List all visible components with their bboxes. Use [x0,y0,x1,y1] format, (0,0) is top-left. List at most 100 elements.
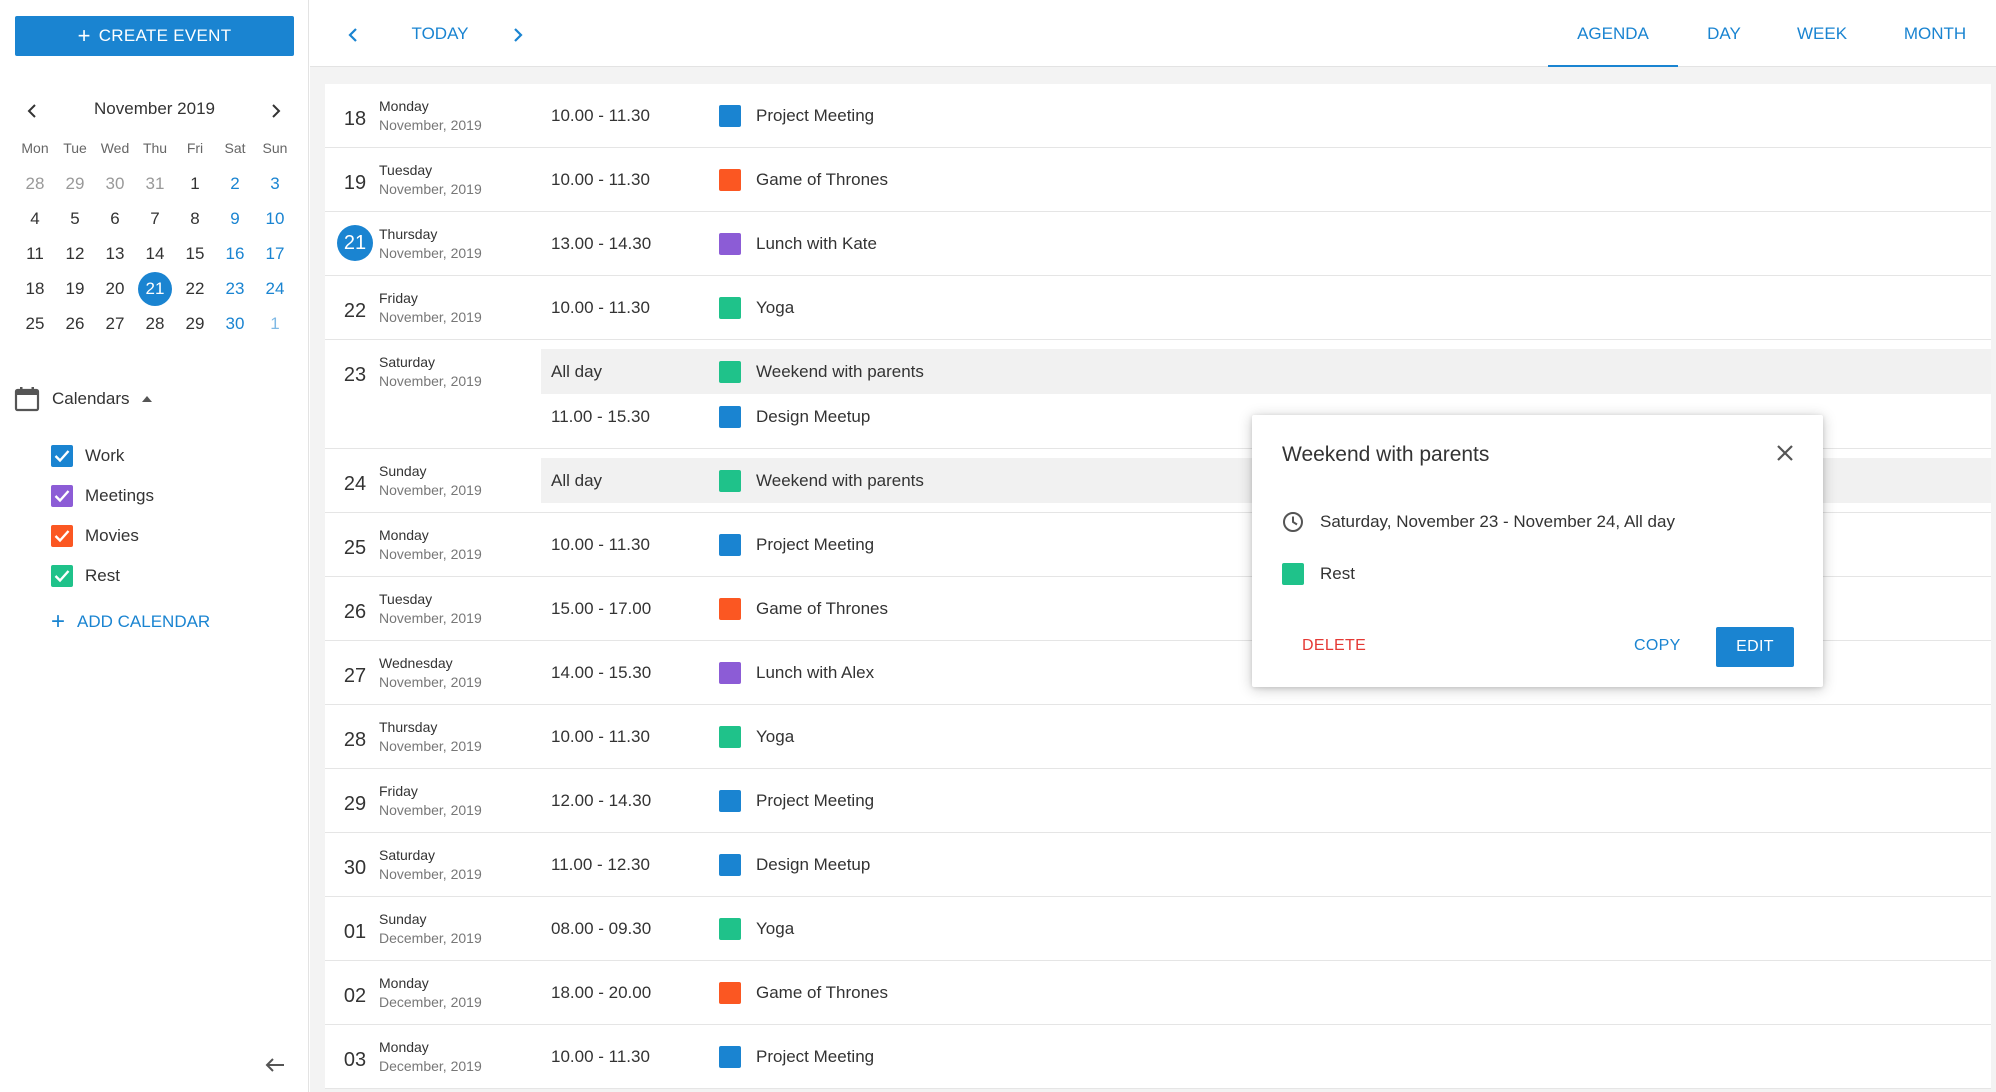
day-events: 10.00 - 11.30 Game of Thrones [541,148,1991,211]
mini-day-cell[interactable]: 1 [255,314,295,334]
mini-day-cell[interactable]: 2 [215,174,255,194]
mini-day-cell[interactable]: 9 [215,209,255,229]
mini-day-cell[interactable]: 31 [135,174,175,194]
mini-day-cell[interactable]: 19 [55,279,95,299]
mini-day-cell[interactable]: 27 [95,314,135,334]
checkbox-icon[interactable] [51,565,73,587]
agenda-day-row: 19 Tuesday November, 2019 10.00 - 11.30 Game… [325,148,1991,212]
mini-day-cell[interactable]: 20 [95,279,135,299]
calendars-toggle[interactable]: Calendars [14,384,294,414]
mini-day-cell[interactable]: 4 [15,209,55,229]
agenda-event[interactable]: 13.00 - 14.30 Lunch with Kate [541,221,1991,266]
checkbox-icon[interactable] [51,445,73,467]
mini-day-cell[interactable]: 6 [95,209,135,229]
tab-agenda[interactable]: AGENDA [1548,0,1678,68]
prev-period-button[interactable] [338,20,368,50]
mini-day-cell[interactable]: 22 [175,279,215,299]
agenda-event[interactable]: 18.00 - 20.00 Game of Thrones [541,970,1991,1015]
arrow-left-icon [265,1058,284,1072]
tab-week[interactable]: WEEK [1770,0,1874,67]
event-color-swatch [719,104,741,127]
agenda-event[interactable]: 11.00 - 12.30 Design Meetup [541,842,1991,887]
mini-day-cell[interactable]: 30 [95,174,135,194]
agenda-date: 21 Thursday November, 2019 [325,212,541,275]
mini-day-cell[interactable]: 28 [15,174,55,194]
agenda-date: 01 Sunday December, 2019 [325,897,541,960]
mini-day-cell[interactable]: 26 [55,314,95,334]
calendar-item-label: Meetings [85,486,154,505]
chevron-right-icon [514,28,523,42]
calendar-item-work[interactable]: Work [51,436,294,476]
collapse-sidebar-button[interactable] [262,1052,288,1078]
agenda-event[interactable]: All day Weekend with parents [541,349,1991,394]
event-time: 10.00 - 11.30 [551,297,650,317]
agenda-event[interactable]: 10.00 - 11.30 Project Meeting [541,1034,1991,1079]
mini-day-cell[interactable]: 8 [175,209,215,229]
day-month: November, 2019 [379,309,482,325]
mini-day-cell[interactable]: 11 [15,244,55,264]
event-color-swatch [719,1045,741,1068]
plus-icon: + [77,23,91,48]
create-event-button[interactable]: + CREATE EVENT [15,16,294,56]
mini-week-row: 18 19 20 21 22 23 24 [15,271,295,306]
day-events: 10.00 - 11.30 Yoga [541,276,1991,339]
event-time: 10.00 - 11.30 [551,534,650,554]
day-number: 01 [343,920,367,943]
mini-day-cell[interactable]: 29 [55,174,95,194]
agenda-day-row: 28 Thursday November, 2019 10.00 - 11.30 Yog… [325,705,1991,769]
day-month: November, 2019 [379,610,482,626]
agenda-event[interactable]: 10.00 - 11.30 Yoga [541,285,1991,330]
event-title: Yoga [756,297,795,317]
mini-day-cell[interactable]: 5 [55,209,95,229]
mini-day-cell[interactable]: 13 [95,244,135,264]
event-color-swatch [719,469,741,492]
mini-day-cell[interactable]: 15 [175,244,215,264]
day-number: 27 [343,664,367,687]
mini-day-cell[interactable]: 14 [135,244,175,264]
calendar-item-movies[interactable]: Movies [51,516,294,556]
agenda-event[interactable]: 10.00 - 11.30 Yoga [541,714,1991,759]
mini-day-cell[interactable]: 16 [215,244,255,264]
edit-event-button[interactable]: EDIT [1716,627,1794,667]
today-button[interactable]: TODAY [385,24,495,44]
next-period-button[interactable] [503,20,533,50]
calendar-app: + CREATE EVENT November 2019 Mon Tue Wed Th… [0,0,1996,1092]
tab-month[interactable]: MONTH [1874,0,1996,67]
mini-day-cell[interactable]: 25 [15,314,55,334]
calendar-item-meetings[interactable]: Meetings [51,476,294,516]
event-title: Weekend with parents [756,361,924,381]
day-number: 24 [343,472,367,495]
mini-day-cell[interactable]: 7 [135,209,175,229]
day-month: December, 2019 [379,930,482,946]
mini-day-cell[interactable]: 3 [255,174,295,194]
mini-day-cell[interactable]: 30 [215,314,255,334]
mini-day-cell[interactable]: 1 [175,174,215,194]
day-events: 10.00 - 11.30 Project Meeting [541,1025,1991,1088]
delete-event-button[interactable]: DELETE [1302,637,1366,655]
mini-day-cell[interactable]: 18 [15,279,55,299]
agenda-event[interactable]: 12.00 - 14.30 Project Meeting [541,778,1991,823]
event-time: 08.00 - 09.30 [551,918,652,938]
mini-next-month-button[interactable] [260,95,292,127]
mini-day-cell[interactable]: 23 [215,279,255,299]
day-events: 12.00 - 14.30 Project Meeting [541,769,1991,832]
agenda-event[interactable]: 10.00 - 11.30 Game of Thrones [541,157,1991,202]
mini-day-cell[interactable]: 17 [255,244,295,264]
agenda-date: 30 Saturday November, 2019 [325,833,541,896]
tab-day[interactable]: DAY [1678,0,1770,67]
agenda-event[interactable]: 10.00 - 11.30 Project Meeting [541,93,1991,138]
agenda-event[interactable]: 08.00 - 09.30 Yoga [541,906,1991,951]
mini-day-cell[interactable]: 24 [255,279,295,299]
add-calendar-button[interactable]: + ADD CALENDAR [51,602,294,642]
copy-event-button[interactable]: COPY [1634,637,1681,655]
mini-day-cell[interactable]: 12 [55,244,95,264]
mini-day-cell[interactable]: 29 [175,314,215,334]
calendar-item-rest[interactable]: Rest [51,556,294,596]
checkbox-icon[interactable] [51,485,73,507]
close-popup-button[interactable] [1773,441,1797,465]
mini-day-cell[interactable]: 21 [135,271,175,306]
mini-day-cell[interactable]: 28 [135,314,175,334]
day-month: November, 2019 [379,866,482,882]
checkbox-icon[interactable] [51,525,73,547]
mini-day-cell[interactable]: 10 [255,209,295,229]
